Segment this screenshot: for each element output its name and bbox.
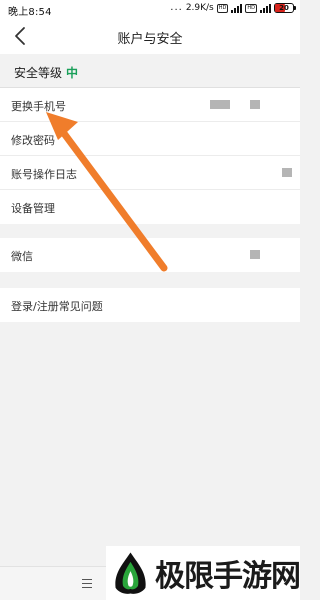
account-settings-group: 更换手机号 修改密码 账号操作日志 设备管理 <box>0 88 300 224</box>
page-title: 账户与安全 <box>117 32 183 47</box>
signal-icon-2 <box>260 3 271 13</box>
row-device-management[interactable]: 设备管理 <box>0 190 300 224</box>
row-label: 修改密码 <box>11 134 55 147</box>
flame-leaf-logo-icon <box>115 552 146 594</box>
row-account-log[interactable]: 账号操作日志 <box>0 156 300 190</box>
redacted-value <box>282 168 292 177</box>
battery-icon: 20 <box>274 3 296 13</box>
signal-icon-1 <box>231 3 243 13</box>
row-label: 账号操作日志 <box>11 168 77 181</box>
watermark: 极限手游网 <box>106 546 301 600</box>
hd-badge-1: HD <box>216 3 229 13</box>
nav-bar: 账户与安全 <box>0 18 300 54</box>
status-bar: 晚上8:54 ... 2.9K/s HD HD 20 <box>0 0 300 18</box>
security-level-text: 安全等级 <box>14 66 63 80</box>
menu-icon[interactable] <box>82 579 92 589</box>
row-change-phone[interactable]: 更换手机号 <box>0 88 300 122</box>
battery-level: 20 <box>279 4 289 12</box>
binding-group: 微信 <box>0 238 300 272</box>
redacted-value <box>250 100 260 109</box>
redacted-value <box>210 100 230 109</box>
security-level-label: 安全等级中 <box>14 64 78 81</box>
row-label: 登录/注册常见问题 <box>11 300 103 313</box>
row-label: 微信 <box>11 250 33 263</box>
hd-badge-2: HD <box>245 3 257 13</box>
watermark-text: 极限手游网 <box>155 559 301 594</box>
security-level-row: 安全等级中 <box>0 54 300 88</box>
row-change-password[interactable]: 修改密码 <box>0 122 300 156</box>
status-indicators: ... 2.9K/s HD HD 20 <box>170 2 296 13</box>
redacted-value <box>250 250 260 259</box>
row-label: 设备管理 <box>11 202 55 215</box>
security-level-value: 中 <box>66 66 79 80</box>
network-speed: 2.9K/s <box>185 3 214 13</box>
row-wechat[interactable]: 微信 <box>0 238 300 272</box>
row-login-faq[interactable]: 登录/注册常见问题 <box>0 288 300 322</box>
help-group: 登录/注册常见问题 <box>0 288 300 322</box>
status-dots: ... <box>170 2 183 13</box>
status-time: 晚上8:54 <box>8 7 52 18</box>
row-label: 更换手机号 <box>11 100 66 113</box>
